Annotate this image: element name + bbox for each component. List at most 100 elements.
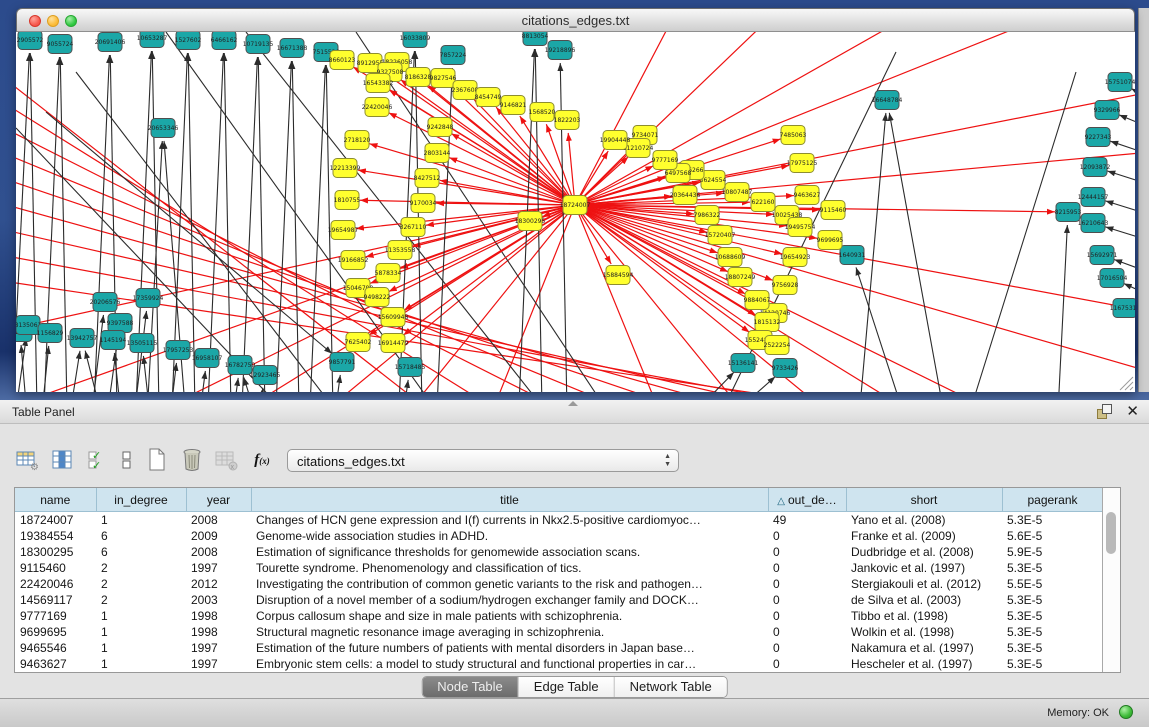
graph-node[interactable]: 1527602 [175,32,202,50]
table-selector-dropdown[interactable]: citations_edges.txt ▲▼ [287,449,679,472]
table-cell[interactable]: 5.9E-5 [1002,544,1103,560]
table-cell[interactable]: 0 [768,528,846,544]
table-row[interactable]: 946554611997Estimation of the future num… [15,640,1103,656]
graph-node[interactable]: 7625402 [345,333,372,352]
table-cell[interactable]: Corpus callosum shape and size in male p… [251,608,768,624]
table-cell[interactable]: 6 [96,544,186,560]
graph-node[interactable]: 12213399 [330,159,361,178]
table-cell[interactable]: 18300295 [15,544,96,560]
graph-node[interactable]: 9242848 [427,118,454,137]
select-all-button[interactable]: ✓ ✓ [84,446,110,474]
graph-node[interactable]: 18300295 [515,212,546,231]
collapsed-panel-edge[interactable] [1138,8,1149,392]
tab-node-table[interactable]: Node Table [422,677,519,697]
table-row[interactable]: 1456911722003Disruption of a novel membe… [15,592,1103,608]
new-table-button[interactable] [144,446,170,474]
graph-node[interactable]: 18724007 [560,196,591,215]
graph-node[interactable]: 8454749 [475,88,502,107]
table-cell[interactable]: 5.6E-5 [1002,528,1103,544]
table-cell[interactable]: 22420046 [15,576,96,592]
graph-node[interactable]: 17957253 [163,341,194,360]
graph-node[interactable]: 15136141 [728,354,759,373]
table-cell[interactable]: de Silva et al. (2003) [846,592,1002,608]
table-scrollbar[interactable] [1102,488,1120,672]
network-canvas[interactable]: 1872400718300295290557290557242069140610… [16,32,1135,392]
graph-node[interactable]: 1568520 [529,103,556,122]
graph-node[interactable]: 9884067 [744,291,771,310]
table-cell[interactable]: Genome-wide association studies in ADHD. [251,528,768,544]
table-cell[interactable]: 0 [768,592,846,608]
memory-ok-indicator[interactable] [1119,705,1133,719]
graph-node[interactable]: 16648784 [872,91,903,110]
table-cell[interactable]: 2009 [186,528,251,544]
graph-node[interactable]: 10688609 [715,248,746,267]
graph-node[interactable]: 15609948 [378,308,409,327]
table-cell[interactable]: Estimation of significance thresholds fo… [251,544,768,560]
graph-node[interactable]: 17016504 [1097,269,1128,288]
table-cell[interactable]: 9115460 [15,560,96,576]
table-cell[interactable]: 9463627 [15,656,96,672]
graph-node[interactable]: 9170034 [410,194,437,213]
column-visibility-button[interactable] [49,446,75,474]
table-cell[interactable]: 2012 [186,576,251,592]
table-cell[interactable]: 0 [768,544,846,560]
table-cell[interactable]: 5.3E-5 [1002,608,1103,624]
graph-node[interactable]: 8427512 [414,169,441,188]
column-header-short[interactable]: short [846,488,1002,512]
graph-node[interactable]: 19654923 [780,248,811,267]
graph-node[interactable]: 15720407 [705,226,736,245]
table-cell[interactable]: 1998 [186,624,251,640]
column-header-year[interactable]: year [186,488,251,512]
table-cell[interactable]: 2003 [186,592,251,608]
graph-node[interactable]: 18807249 [725,268,756,287]
table-cell[interactable]: 1997 [186,656,251,672]
table-cell[interactable]: 5.3E-5 [1002,592,1103,608]
table-cell[interactable]: 0 [768,560,846,576]
deselect-all-button[interactable] [119,446,135,474]
column-header-in_degree[interactable]: in_degree [96,488,186,512]
table-row[interactable]: 1830029562008Estimation of significance … [15,544,1103,560]
table-cell[interactable]: Franke et al. (2009) [846,528,1002,544]
table-cell[interactable]: 1 [96,624,186,640]
table-cell[interactable]: 9465546 [15,640,96,656]
column-header-pagerank[interactable]: pagerank [1002,488,1103,512]
table-cell[interactable]: Stergiakouli et al. (2012) [846,576,1002,592]
graph-node[interactable]: 9857791 [329,353,356,372]
tab-edge-table[interactable]: Edge Table [519,677,615,697]
graph-node[interactable]: 1815132 [754,313,781,332]
delete-table-button[interactable]: x [214,446,240,474]
table-row[interactable]: 969969511998Structural magnetic resonanc… [15,624,1103,640]
table-cell[interactable]: 18724007 [15,512,96,529]
graph-node[interactable]: 8813054 [522,32,549,46]
graph-node[interactable]: 2522254 [764,336,791,355]
graph-node[interactable]: 10653287 [137,32,168,48]
table-cell[interactable]: Tourette syndrome. Phenomenology and cla… [251,560,768,576]
graph-node[interactable]: 8660123 [329,51,356,70]
graph-node[interactable]: 16543382 [363,74,394,93]
graph-node[interactable]: 1822203 [554,111,581,130]
graph-node[interactable]: 9463627 [794,186,821,205]
graph-node[interactable]: 12093872 [1080,158,1111,177]
graph-node[interactable]: 9397588 [107,314,134,333]
graph-node[interactable]: 10807487 [722,183,753,202]
table-row[interactable]: 1872400712008Changes of HCN gene express… [15,512,1103,529]
table-cell[interactable]: 5.3E-5 [1002,560,1103,576]
table-cell[interactable]: 19384554 [15,528,96,544]
graph-node[interactable]: 9227343 [1085,128,1112,147]
graph-node[interactable]: 20691406 [95,33,126,52]
panel-divider-grip[interactable] [568,401,578,406]
float-panel-button[interactable] [1097,404,1113,419]
resize-grip-icon[interactable] [1120,377,1133,390]
graph-node[interactable]: 11353558 [385,241,416,260]
table-cell[interactable]: Hescheler et al. (1997) [846,656,1002,672]
table-cell[interactable]: 2 [96,592,186,608]
graph-node[interactable]: 16210643 [1078,214,1109,233]
graph-node[interactable]: 8186328 [405,68,432,87]
graph-node[interactable]: 8215953 [1055,203,1082,222]
graph-node[interactable]: 1640931 [839,246,866,265]
table-row[interactable]: 1938455462009Genome-wide association stu… [15,528,1103,544]
table-cell[interactable]: 49 [768,512,846,529]
table-cell[interactable]: 5.5E-5 [1002,576,1103,592]
graph-node[interactable]: 9733426 [772,359,799,378]
table-cell[interactable]: 0 [768,608,846,624]
